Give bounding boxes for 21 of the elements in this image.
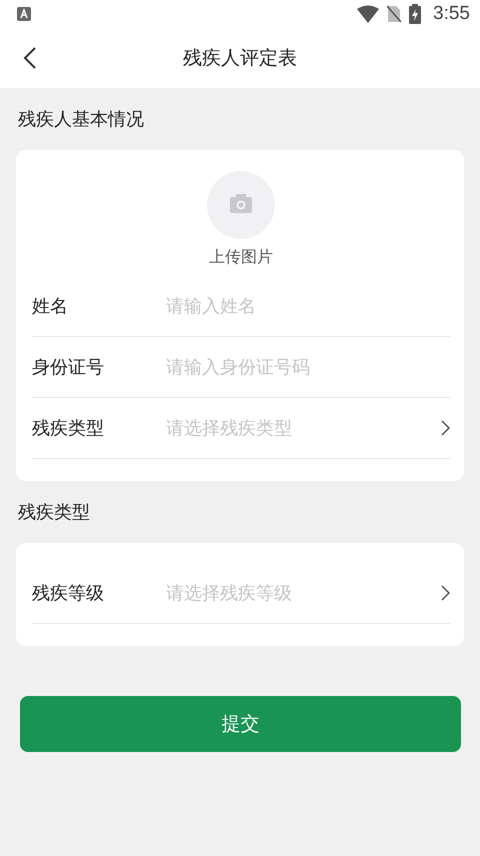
- section-title: 残疾类型: [17, 501, 91, 525]
- input-field[interactable]: 请输入姓名: [166, 286, 450, 326]
- page-title: 残疾人评定表: [183, 46, 297, 71]
- no-sim-icon: [387, 5, 402, 23]
- battery-charging-icon: [409, 4, 422, 24]
- select-field[interactable]: 请选择残疾类型: [166, 408, 450, 448]
- select-field[interactable]: 请选择残疾等级: [166, 573, 450, 613]
- field-label: 残疾类型: [32, 417, 105, 440]
- field-label: 姓名: [32, 295, 69, 318]
- back-icon[interactable]: [23, 47, 37, 69]
- field-label: 残疾等级: [32, 582, 105, 605]
- submit-button[interactable]: 提交: [20, 696, 461, 752]
- section-title: 残疾人基本情况: [17, 108, 145, 132]
- wifi-icon: [357, 5, 380, 23]
- chevron-right-icon: [441, 420, 450, 436]
- input-field[interactable]: 请输入身份证号码: [166, 347, 450, 387]
- upload-label: 上传图片: [209, 247, 273, 268]
- field-label: 身份证号: [32, 356, 105, 379]
- notification-icon: [17, 7, 31, 21]
- chevron-right-icon: [441, 585, 450, 601]
- status-time: 3:55: [433, 3, 470, 25]
